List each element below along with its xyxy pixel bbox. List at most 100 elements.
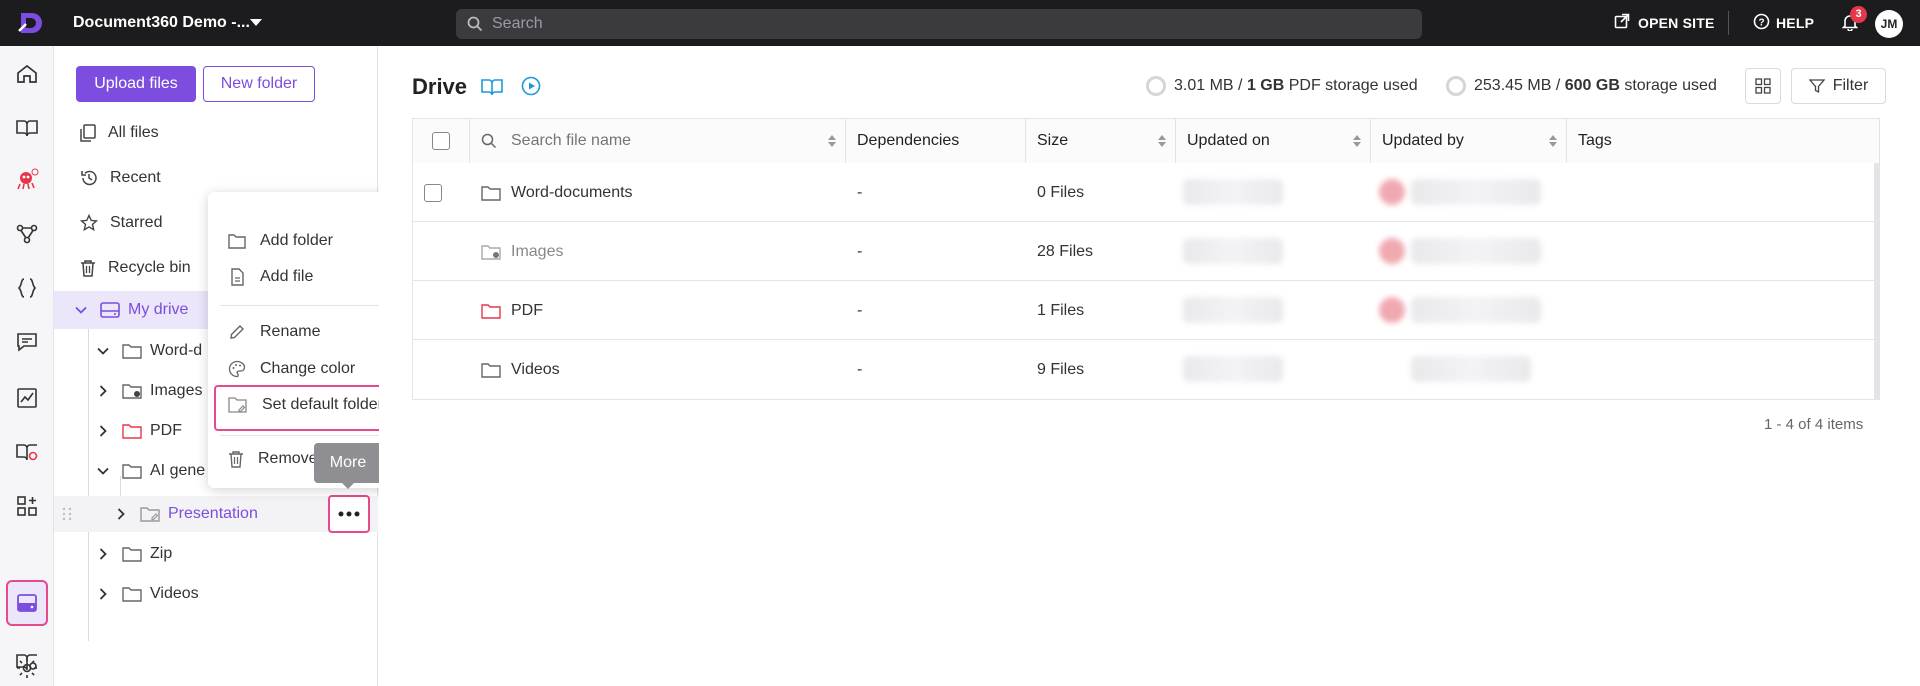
chevron-down-icon[interactable] <box>250 19 262 26</box>
workflow-icon[interactable] <box>15 222 39 246</box>
api-icon[interactable] <box>15 276 39 300</box>
redacted-avatar <box>1379 238 1405 264</box>
row-checkbox[interactable] <box>424 183 442 202</box>
folder-icon <box>481 185 501 201</box>
tree-item-videos[interactable]: Videos <box>96 580 199 608</box>
nav-recent[interactable]: Recent <box>80 163 161 193</box>
row-dependencies: - <box>857 183 863 201</box>
project-name[interactable]: Document360 Demo -... <box>73 14 250 32</box>
apps-icon[interactable] <box>15 494 39 518</box>
header-updated-on[interactable]: Updated on <box>1176 119 1371 163</box>
search-input[interactable] <box>492 9 1392 39</box>
table-row[interactable]: Images - 28 Files <box>413 222 1879 281</box>
sort-icon[interactable] <box>1548 134 1558 148</box>
divider <box>1728 11 1729 35</box>
tree-item-pdf[interactable]: PDF <box>96 417 182 445</box>
column-header: Updated by <box>1382 132 1464 149</box>
document360-logo-icon[interactable] <box>16 9 44 37</box>
sort-icon[interactable] <box>1157 134 1167 148</box>
row-name-cell[interactable]: Videos <box>481 340 560 399</box>
menu-change-color[interactable]: Change color <box>228 354 355 384</box>
chevron-down-icon[interactable] <box>74 303 90 317</box>
row-name-cell[interactable]: Word-documents <box>481 163 633 222</box>
tree-label: Videos <box>150 585 199 602</box>
pencil-icon <box>230 325 244 339</box>
open-site-link[interactable]: OPEN SITE <box>1638 15 1714 31</box>
more-options-button[interactable] <box>328 495 370 533</box>
header-updated-by[interactable]: Updated by <box>1371 119 1567 163</box>
menu-remove[interactable]: Remove <box>228 444 318 474</box>
menu-label: Change color <box>260 360 356 377</box>
table-row[interactable]: Word-documents - 0 Files <box>413 163 1879 222</box>
column-header: Dependencies <box>857 132 960 149</box>
my-drive-item[interactable]: My drive <box>74 296 188 324</box>
feedback-icon[interactable] <box>15 330 39 354</box>
chevron-down-icon[interactable] <box>96 464 112 478</box>
book-icon[interactable] <box>481 77 503 97</box>
play-circle-icon[interactable] <box>521 76 541 96</box>
pdf-storage-total: 1 GB <box>1246 77 1285 94</box>
folder-icon <box>122 546 142 562</box>
menu-add-folder[interactable]: Add folder <box>228 226 333 256</box>
book-icon[interactable] <box>15 116 39 140</box>
header-size[interactable]: Size <box>1026 119 1176 163</box>
sort-icon[interactable] <box>1352 134 1362 148</box>
chevron-right-icon[interactable] <box>96 547 112 561</box>
menu-label: Set default folder <box>262 396 383 413</box>
file-name-search-input[interactable] <box>511 132 811 150</box>
chevron-right-icon[interactable] <box>96 384 112 398</box>
table-row[interactable]: PDF - 1 Files <box>413 281 1879 340</box>
table-row[interactable]: Videos - 9 Files <box>413 340 1879 399</box>
drag-handle-icon[interactable] <box>62 507 72 521</box>
chevron-down-icon[interactable] <box>96 344 112 358</box>
default-folder-icon <box>228 397 247 413</box>
header-name[interactable] <box>470 119 846 163</box>
nav-all-files[interactable]: All files <box>80 118 159 148</box>
folder-icon <box>122 586 142 602</box>
row-name-cell[interactable]: PDF <box>481 281 543 340</box>
header-dependencies: Dependencies <box>846 119 1026 163</box>
pdf-storage-indicator: 3.01 MB / 1 GB PDF storage used <box>1146 76 1418 96</box>
filter-button[interactable]: Filter <box>1791 68 1886 104</box>
help-icon[interactable]: ? <box>1753 13 1770 30</box>
menu-set-default-folder[interactable]: Set default folder <box>228 390 383 420</box>
grid-view-button[interactable] <box>1745 68 1781 104</box>
chevron-right-icon[interactable] <box>96 424 112 438</box>
redacted-date <box>1183 356 1283 382</box>
menu-add-file[interactable]: Add file <box>228 262 313 292</box>
gear-icon[interactable] <box>15 656 39 680</box>
sort-icon[interactable] <box>827 134 837 148</box>
trash-icon <box>81 260 95 277</box>
folder-icon <box>481 362 501 378</box>
help-link[interactable]: HELP <box>1776 15 1814 31</box>
trash-icon <box>229 451 243 468</box>
tree-item-ai-generated[interactable]: AI gene <box>96 457 205 485</box>
external-link-icon[interactable] <box>1614 13 1630 29</box>
table-scrollbar[interactable] <box>1874 163 1879 399</box>
analytics-icon[interactable] <box>15 386 39 410</box>
new-folder-button[interactable]: New folder <box>203 66 315 102</box>
tree-item-presentation[interactable]: Presentation <box>114 500 258 528</box>
tree-item-zip[interactable]: Zip <box>96 540 172 568</box>
tree-item-word-documents[interactable]: Word-d <box>96 337 202 365</box>
menu-label: Add file <box>260 268 314 285</box>
menu-rename[interactable]: Rename <box>228 317 320 347</box>
select-all-checkbox[interactable] <box>432 132 450 150</box>
knowledge-base-icon[interactable] <box>15 440 39 464</box>
file-name: Images <box>511 242 564 260</box>
notification-badge: 3 <box>1850 6 1867 23</box>
chevron-right-icon[interactable] <box>114 507 130 521</box>
global-search[interactable] <box>456 9 1422 39</box>
row-name-cell[interactable]: Images <box>481 222 563 281</box>
file-name: PDF <box>511 301 543 319</box>
home-icon[interactable] <box>15 62 39 86</box>
nav-recycle-bin[interactable]: Recycle bin <box>80 253 191 283</box>
drive-main: Drive 3.01 MB / 1 GB PDF storage used 25… <box>379 46 1920 686</box>
eddy-ai-icon[interactable] <box>15 168 39 192</box>
upload-files-button[interactable]: Upload files <box>76 66 196 102</box>
drive-icon[interactable] <box>15 591 39 615</box>
avatar[interactable]: JM <box>1875 10 1903 38</box>
chevron-right-icon[interactable] <box>96 587 112 601</box>
tree-item-images[interactable]: Images <box>96 377 202 405</box>
nav-starred[interactable]: Starred <box>80 208 162 238</box>
